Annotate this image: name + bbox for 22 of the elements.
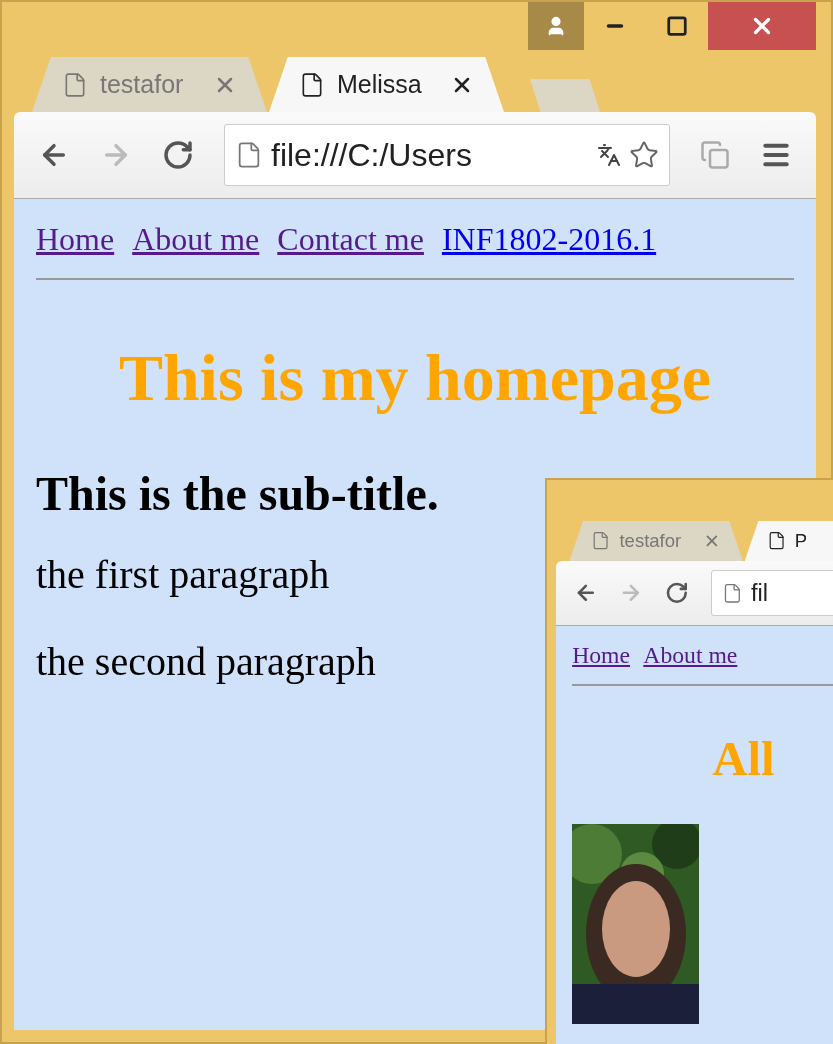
translate-icon[interactable]: [597, 143, 621, 167]
nav-link[interactable]: Home: [36, 221, 115, 258]
reload-icon[interactable]: [665, 581, 689, 605]
address-field[interactable]: fil: [711, 570, 833, 617]
nav-link[interactable]: INF1802-2016.1: [441, 221, 657, 258]
paragraph: the second paragraph: [36, 638, 376, 685]
page-heading: All: [711, 730, 776, 788]
nav-link[interactable]: About me: [132, 221, 260, 258]
page-icon: [591, 531, 611, 551]
address-field[interactable]: file:///C:/Users: [224, 124, 670, 186]
page-icon: [722, 582, 743, 604]
bookmark-star-icon[interactable]: [629, 140, 659, 170]
browser-tab[interactable]: P: [744, 520, 833, 562]
reload-icon[interactable]: [162, 139, 194, 171]
page-heading: This is my homepage: [117, 340, 713, 416]
nav-link[interactable]: Contact me: [277, 221, 424, 258]
paragraph: the first paragraph: [36, 551, 330, 598]
nav-link[interactable]: About me: [643, 642, 738, 670]
sub-title: This is the sub-title.: [36, 466, 439, 521]
browser-tab[interactable]: Melissa: [269, 57, 504, 112]
nav-link[interactable]: Home: [572, 642, 630, 670]
maximize-icon[interactable]: [666, 15, 688, 37]
